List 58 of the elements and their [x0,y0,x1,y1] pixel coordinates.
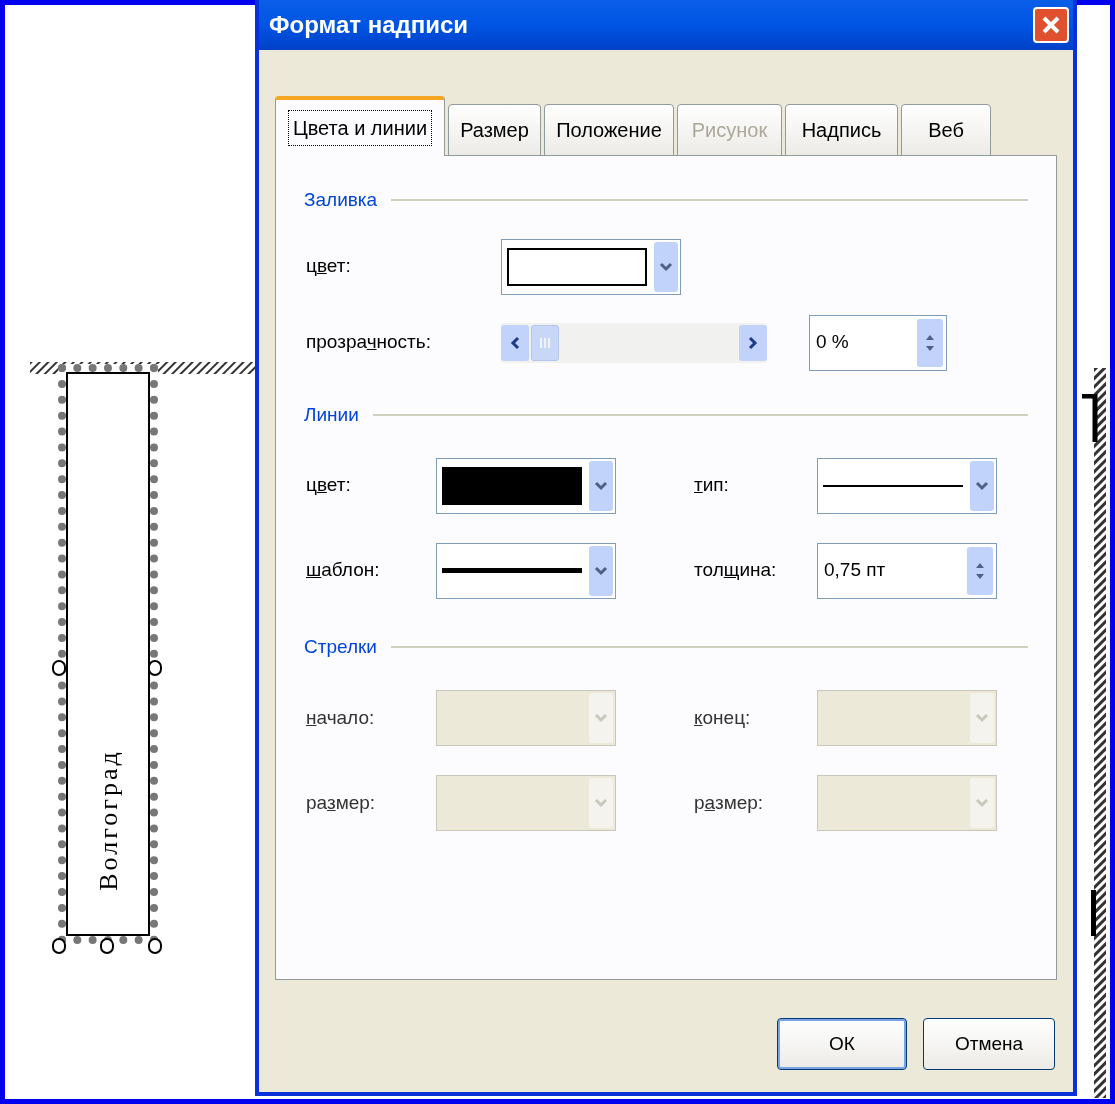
close-button[interactable] [1033,7,1069,43]
chevron-right-icon [748,335,758,350]
resize-handle[interactable] [52,938,66,954]
grip-icon [539,335,551,350]
close-icon [1041,15,1061,35]
field-label: толщина: [694,558,778,583]
dropdown-arrow-button[interactable] [589,545,613,596]
resize-handle[interactable] [52,660,66,676]
chevron-down-icon [975,798,989,808]
line-dropdown[interactable] [817,457,997,514]
section-heading: Линии [304,402,359,427]
spin-buttons[interactable] [967,546,993,595]
spinner-field[interactable]: 0 % [809,314,947,371]
chevron-down-icon [659,261,673,272]
color-dropdown[interactable] [436,457,616,514]
color-dropdown[interactable] [501,238,681,295]
dropdown-arrow-button[interactable] [654,241,678,292]
field-label: цвет: [306,473,352,498]
section-heading: Стрелки [304,635,377,659]
field-label: тип: [694,473,730,498]
scroll-arrow-button[interactable] [739,324,767,361]
field-label: прозрачность: [306,330,432,355]
field-label: конец: [694,705,752,730]
chevron-left-icon [510,335,520,350]
ok-button[interactable]: ОК [777,1018,907,1070]
spin-buttons[interactable] [917,318,943,367]
chevron-down-icon [975,713,989,723]
scroll-slider[interactable] [501,322,767,363]
scroll-arrow-button[interactable] [501,324,529,361]
cancel-button[interactable]: Отмена [923,1018,1055,1070]
dropdown-arrow-button[interactable] [970,460,994,511]
slider-thumb[interactable] [531,324,559,361]
field-label: цвет: [306,254,352,279]
chevron-down-icon [975,480,989,491]
tab[interactable]: Размер [448,104,541,156]
tab[interactable]: Положение [544,104,674,156]
spinner-field[interactable]: 0,75 пт [817,542,997,599]
field-label: размер: [306,790,377,815]
chevron-down-icon [594,480,608,491]
chevron-down-icon [594,565,608,576]
chevron-down-icon [594,713,608,723]
field-label: начало: [306,705,376,730]
resize-handle[interactable] [148,660,162,676]
window-title: Формат надписи [269,10,469,40]
dropdown-arrow-button[interactable] [589,460,613,511]
line-dropdown[interactable] [436,542,616,599]
corner-mark [1088,890,1098,936]
corner-mark [1082,394,1098,442]
section-heading: Заливка [304,188,378,212]
textbox-text: Волгоград [92,749,124,891]
tab[interactable]: Цвета и линии [275,96,445,156]
tab[interactable]: Надпись [785,104,898,156]
tab[interactable]: Веб [901,104,991,156]
field-label: размер: [694,790,765,815]
resize-handle[interactable] [100,938,114,954]
resize-handle[interactable] [148,938,162,954]
field-label: шаблон: [306,558,381,583]
chevron-down-icon [594,798,608,808]
